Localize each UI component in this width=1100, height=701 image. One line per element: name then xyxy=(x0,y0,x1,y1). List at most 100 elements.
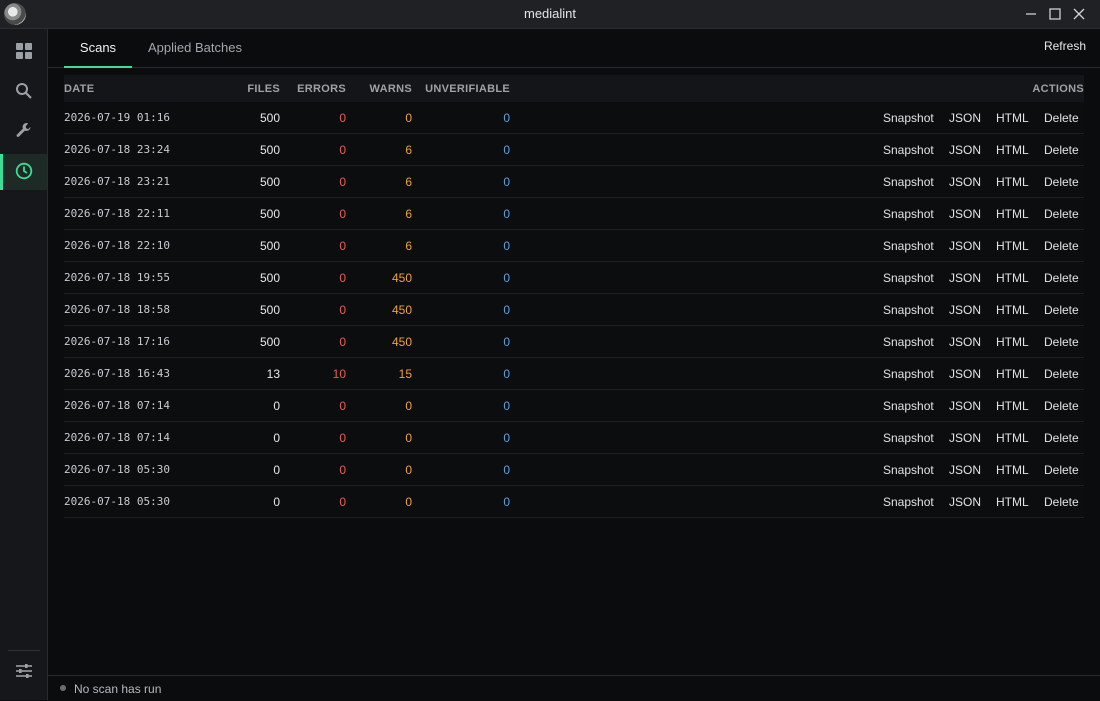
snapshot-button[interactable]: Snapshot xyxy=(883,463,934,477)
html-export-button[interactable]: HTML xyxy=(996,239,1029,253)
sidebar xyxy=(0,29,48,700)
table-row: 2026-07-18 22:11 500 0 6 0 Snapshot JSON HTML De… xyxy=(64,198,1084,230)
errors-count: 0 xyxy=(339,111,346,125)
refresh-button[interactable]: Refresh xyxy=(1044,39,1086,53)
errors-count: 0 xyxy=(339,239,346,253)
html-export-button[interactable]: HTML xyxy=(996,463,1029,477)
html-export-button[interactable]: HTML xyxy=(996,335,1029,349)
snapshot-button[interactable]: Snapshot xyxy=(883,175,934,189)
json-export-button[interactable]: JSON xyxy=(949,367,981,381)
sidebar-item-tools[interactable] xyxy=(0,113,47,149)
delete-button[interactable]: Delete xyxy=(1044,271,1079,285)
files-count: 500 xyxy=(259,271,280,285)
scan-date: 2026-07-18 16:43 xyxy=(64,367,170,380)
sidebar-item-settings[interactable] xyxy=(0,654,47,690)
json-export-button[interactable]: JSON xyxy=(949,175,981,189)
unverifiable-count: 0 xyxy=(503,335,510,349)
delete-button[interactable]: Delete xyxy=(1044,367,1079,381)
scan-date: 2026-07-18 17:16 xyxy=(64,335,170,348)
errors-count: 0 xyxy=(339,431,346,445)
html-export-button[interactable]: HTML xyxy=(996,271,1029,285)
header-errors[interactable]: ERRORS xyxy=(297,83,346,95)
snapshot-button[interactable]: Snapshot xyxy=(883,207,934,221)
table-row: 2026-07-18 07:14 0 0 0 0 Snapshot JSON HTML Dele… xyxy=(64,390,1084,422)
delete-button[interactable]: Delete xyxy=(1044,143,1079,157)
json-export-button[interactable]: JSON xyxy=(949,207,981,221)
warns-count: 0 xyxy=(405,399,412,413)
files-count: 0 xyxy=(273,399,280,413)
files-count: 13 xyxy=(266,367,280,381)
json-export-button[interactable]: JSON xyxy=(949,303,981,317)
title-bar: medialint xyxy=(0,0,1100,29)
html-export-button[interactable]: HTML xyxy=(996,303,1029,317)
tab-applied-batches[interactable]: Applied Batches xyxy=(148,29,242,67)
html-export-button[interactable]: HTML xyxy=(996,399,1029,413)
table-row: 2026-07-18 19:55 500 0 450 0 Snapshot JSON HTML… xyxy=(64,262,1084,294)
sidebar-item-dashboard[interactable] xyxy=(0,34,47,70)
scan-date: 2026-07-18 05:30 xyxy=(64,463,170,476)
html-export-button[interactable]: HTML xyxy=(996,207,1029,221)
scan-date: 2026-07-18 22:11 xyxy=(64,207,170,220)
json-export-button[interactable]: JSON xyxy=(949,463,981,477)
warns-count: 6 xyxy=(405,239,412,253)
delete-button[interactable]: Delete xyxy=(1044,239,1079,253)
snapshot-button[interactable]: Snapshot xyxy=(883,367,934,381)
scan-date: 2026-07-19 01:16 xyxy=(64,111,170,124)
snapshot-button[interactable]: Snapshot xyxy=(883,271,934,285)
sidebar-item-history[interactable] xyxy=(0,154,47,190)
snapshot-button[interactable]: Snapshot xyxy=(883,239,934,253)
errors-count: 0 xyxy=(339,175,346,189)
table-row: 2026-07-19 01:16 500 0 0 0 Snapshot JSON HTML De… xyxy=(64,102,1084,134)
snapshot-button[interactable]: Snapshot xyxy=(883,399,934,413)
snapshot-button[interactable]: Snapshot xyxy=(883,431,934,445)
dashboard-icon xyxy=(15,42,33,63)
json-export-button[interactable]: JSON xyxy=(949,111,981,125)
table-body: 2026-07-19 01:16 500 0 0 0 Snapshot JSON HTML De… xyxy=(64,102,1084,518)
snapshot-button[interactable]: Snapshot xyxy=(883,335,934,349)
header-date[interactable]: DATE xyxy=(64,83,94,95)
tab-scans[interactable]: Scans xyxy=(64,29,132,68)
snapshot-button[interactable]: Snapshot xyxy=(883,143,934,157)
delete-button[interactable]: Delete xyxy=(1044,111,1079,125)
delete-button[interactable]: Delete xyxy=(1044,431,1079,445)
warns-count: 15 xyxy=(398,367,412,381)
errors-count: 0 xyxy=(339,335,346,349)
delete-button[interactable]: Delete xyxy=(1044,463,1079,477)
json-export-button[interactable]: JSON xyxy=(949,399,981,413)
delete-button[interactable]: Delete xyxy=(1044,495,1079,509)
snapshot-button[interactable]: Snapshot xyxy=(883,303,934,317)
snapshot-button[interactable]: Snapshot xyxy=(883,495,934,509)
unverifiable-count: 0 xyxy=(503,399,510,413)
html-export-button[interactable]: HTML xyxy=(996,175,1029,189)
json-export-button[interactable]: JSON xyxy=(949,335,981,349)
delete-button[interactable]: Delete xyxy=(1044,175,1079,189)
html-export-button[interactable]: HTML xyxy=(996,111,1029,125)
html-export-button[interactable]: HTML xyxy=(996,495,1029,509)
close-icon[interactable] xyxy=(1070,5,1088,23)
warns-count: 450 xyxy=(391,271,412,285)
header-unverifiable[interactable]: UNVERIFIABLE xyxy=(425,83,510,95)
files-count: 500 xyxy=(259,175,280,189)
scan-date: 2026-07-18 05:30 xyxy=(64,495,170,508)
header-files[interactable]: FILES xyxy=(247,83,280,95)
html-export-button[interactable]: HTML xyxy=(996,367,1029,381)
unverifiable-count: 0 xyxy=(503,431,510,445)
snapshot-button[interactable]: Snapshot xyxy=(883,111,934,125)
errors-count: 10 xyxy=(332,367,346,381)
json-export-button[interactable]: JSON xyxy=(949,143,981,157)
sidebar-item-search[interactable] xyxy=(0,74,47,110)
delete-button[interactable]: Delete xyxy=(1044,207,1079,221)
json-export-button[interactable]: JSON xyxy=(949,495,981,509)
json-export-button[interactable]: JSON xyxy=(949,431,981,445)
html-export-button[interactable]: HTML xyxy=(996,431,1029,445)
delete-button[interactable]: Delete xyxy=(1044,303,1079,317)
json-export-button[interactable]: JSON xyxy=(949,271,981,285)
minimize-icon[interactable] xyxy=(1022,5,1040,23)
delete-button[interactable]: Delete xyxy=(1044,399,1079,413)
delete-button[interactable]: Delete xyxy=(1044,335,1079,349)
html-export-button[interactable]: HTML xyxy=(996,143,1029,157)
header-warns[interactable]: WARNS xyxy=(370,83,412,95)
scan-date: 2026-07-18 22:10 xyxy=(64,239,170,252)
json-export-button[interactable]: JSON xyxy=(949,239,981,253)
maximize-icon[interactable] xyxy=(1046,5,1064,23)
